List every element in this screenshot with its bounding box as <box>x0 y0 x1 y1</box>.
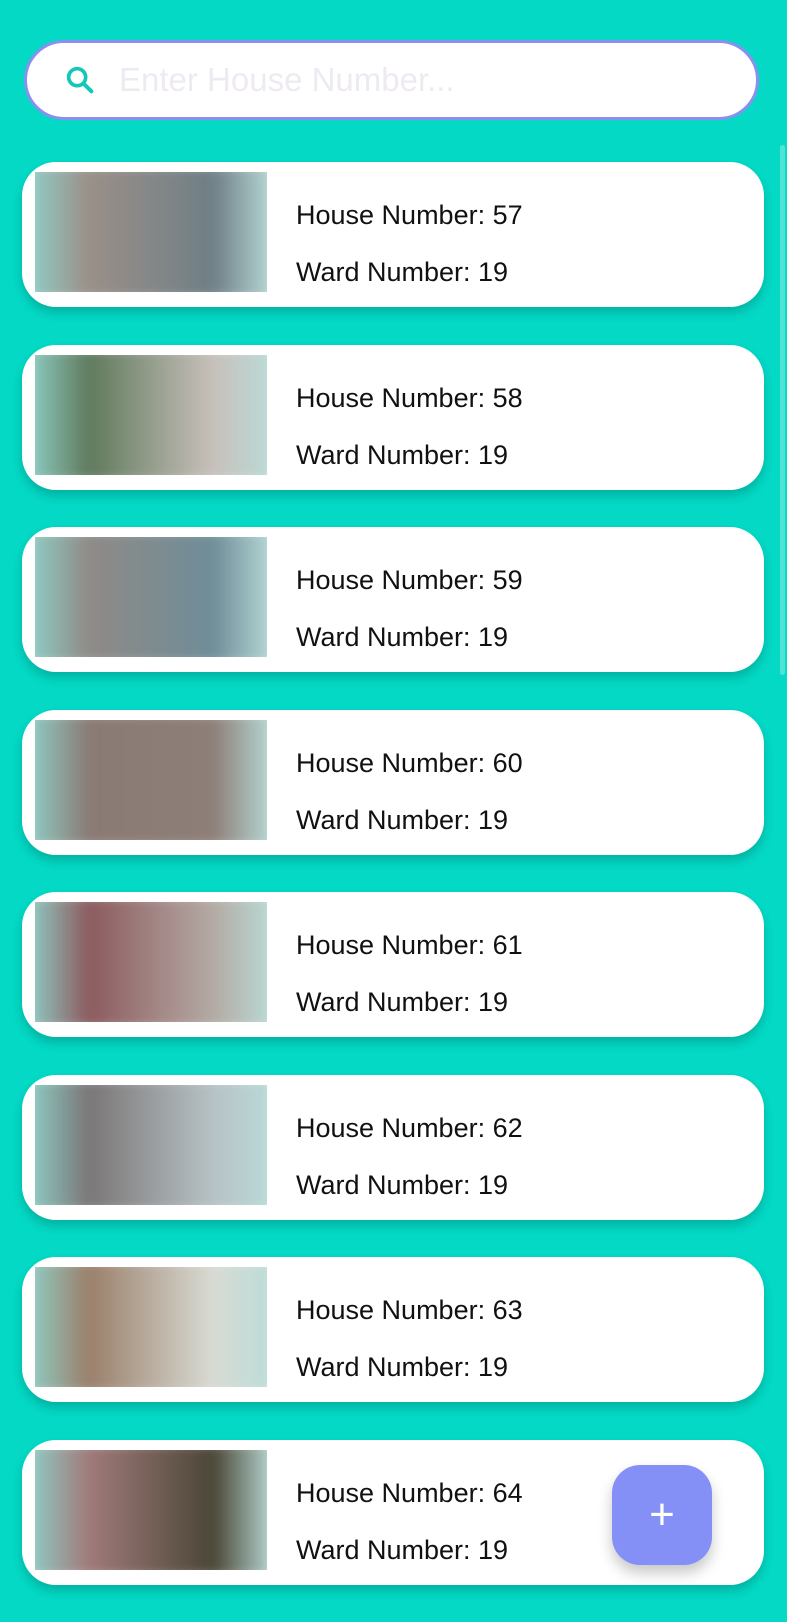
house-photo <box>35 172 267 292</box>
ward-number-label: Ward Number: 19 <box>296 1352 509 1382</box>
house-photo <box>35 354 267 475</box>
house-card[interactable]: House Number: 63 Ward Number: 19 <box>22 1257 764 1402</box>
search-icon <box>66 66 94 94</box>
house-number-label: House Number: 59 <box>296 565 523 595</box>
house-card[interactable]: House Number: 62 Ward Number: 19 <box>22 1074 764 1220</box>
house-number-label: House Number: 57 <box>296 200 523 230</box>
house-photo <box>35 1084 267 1205</box>
plus-icon: + <box>649 1490 675 1539</box>
house-number-label: House Number: 63 <box>296 1295 523 1325</box>
house-number-search-input[interactable] <box>117 60 681 100</box>
house-number-label: House Number: 62 <box>296 1112 523 1143</box>
ward-number-label: Ward Number: 19 <box>296 622 509 652</box>
house-number-label: House Number: 58 <box>296 382 523 413</box>
house-photo <box>35 719 267 840</box>
house-photo <box>35 537 267 657</box>
house-card[interactable]: House Number: 59 Ward Number: 19 <box>22 527 764 672</box>
house-photo <box>35 902 267 1022</box>
house-card[interactable]: House Number: 58 Ward Number: 19 <box>22 344 764 490</box>
house-card[interactable]: House Number: 57 Ward Number: 19 <box>22 162 764 307</box>
house-card[interactable]: House Number: 60 Ward Number: 19 <box>22 709 764 855</box>
search-bar[interactable] <box>24 40 759 120</box>
ward-number-label: Ward Number: 19 <box>296 257 509 287</box>
house-card[interactable]: House Number: 61 Ward Number: 19 <box>22 892 764 1037</box>
house-list: House Number: 57 Ward Number: 19 House Nu… <box>22 162 764 1622</box>
house-photo <box>35 1449 267 1570</box>
house-number-label: House Number: 60 <box>296 747 523 778</box>
add-house-button[interactable]: + <box>612 1465 712 1565</box>
ward-number-label: Ward Number: 19 <box>296 1534 509 1565</box>
scrollbar[interactable] <box>780 145 785 675</box>
house-number-label: House Number: 61 <box>296 930 523 960</box>
house-number-label: House Number: 64 <box>296 1477 523 1508</box>
house-photo <box>35 1267 267 1387</box>
ward-number-label: Ward Number: 19 <box>296 1169 509 1200</box>
ward-number-label: Ward Number: 19 <box>296 439 509 470</box>
ward-number-label: Ward Number: 19 <box>296 804 509 835</box>
ward-number-label: Ward Number: 19 <box>296 987 509 1017</box>
